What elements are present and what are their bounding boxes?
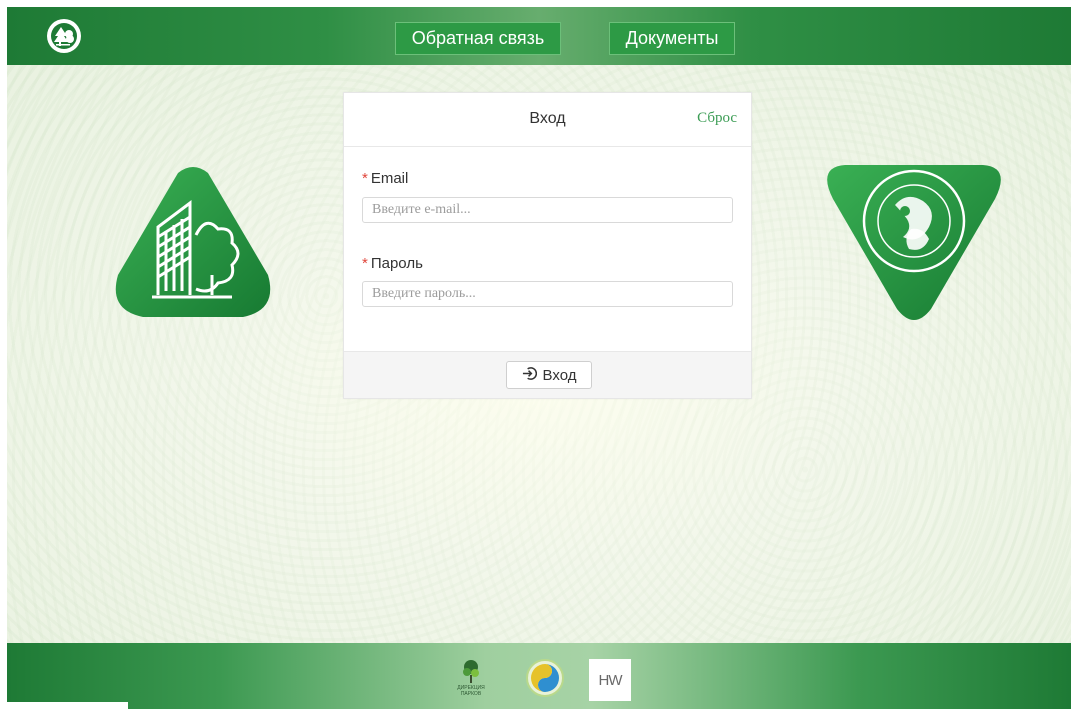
hw-logo-text: HW [598, 671, 623, 689]
login-icon [522, 366, 537, 385]
eco-partner-logo[interactable] [523, 655, 567, 701]
footer-bar: ДИРЕКЦИЯ ПАРКОВ HW [7, 643, 1071, 709]
login-button-label: Вход [542, 366, 577, 384]
parks-logo-icon [463, 660, 479, 683]
home-logo-icon[interactable] [47, 19, 81, 53]
email-label-text: Email [370, 170, 409, 187]
email-field[interactable] [362, 197, 733, 223]
nav-documents-button[interactable]: Документы [609, 22, 735, 55]
parks-logo-text: ДИРЕКЦИЯ ПАРКОВ [457, 685, 485, 697]
email-label: * Email [362, 170, 408, 187]
password-label: * Пароль [362, 255, 423, 272]
ministry-emblem-icon [825, 159, 1003, 325]
login-button[interactable]: Вход [506, 361, 592, 389]
required-mark: * [362, 170, 368, 187]
nav-feedback-button[interactable]: Обратная связь [395, 22, 561, 55]
password-field[interactable] [362, 281, 733, 307]
login-title: Вход [529, 110, 566, 127]
app-frame: Обратная связь Документы Вход Сброс * Em… [7, 7, 1071, 709]
hw-partner-logo[interactable]: HW [589, 659, 631, 701]
login-card-footer: Вход [344, 351, 751, 398]
required-mark: * [362, 255, 368, 272]
parks-partner-logo[interactable]: ДИРЕКЦИЯ ПАРКОВ [451, 655, 491, 701]
password-label-text: Пароль [370, 255, 423, 272]
reset-link[interactable]: Сброс [697, 110, 737, 127]
header-bar: Обратная связь Документы [7, 7, 1071, 65]
bottom-white-strip [0, 702, 128, 709]
eco-logo-icon [526, 659, 564, 697]
login-card-header: Вход Сброс [344, 93, 751, 147]
parks-emblem-icon [108, 165, 278, 323]
login-card: Вход Сброс *Email *Пароль Вход [343, 92, 752, 399]
